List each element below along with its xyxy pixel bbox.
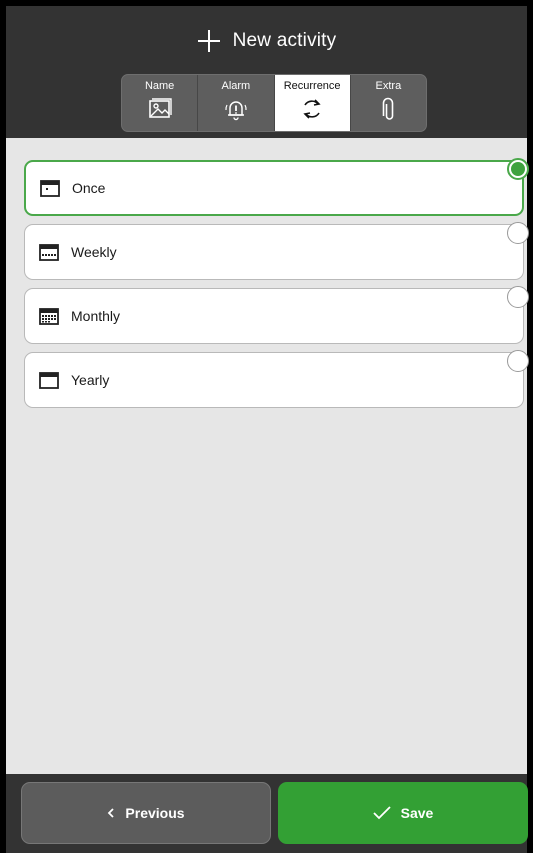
paperclip-icon <box>383 97 394 120</box>
radio-unselected[interactable] <box>507 350 529 372</box>
tab-recurrence[interactable]: Recurrence <box>274 75 351 131</box>
tab-name[interactable]: Name <box>122 75 199 131</box>
recurrence-options: Once Weekly Monthly Yearly <box>24 158 529 416</box>
option-weekly[interactable]: Weekly <box>24 222 529 280</box>
option-yearly[interactable]: Yearly <box>24 350 529 408</box>
page-title: New activity <box>232 30 337 51</box>
save-label: Save <box>400 805 434 821</box>
tab-label: Name <box>144 80 175 92</box>
radio-unselected[interactable] <box>507 286 529 308</box>
chevron-left-icon <box>108 808 115 818</box>
radio-unselected[interactable] <box>507 222 529 244</box>
option-label: Monthly <box>71 308 121 324</box>
recurrence-icon <box>303 99 321 119</box>
title-row: New activity <box>6 26 527 56</box>
header: New activity Name Alarm Recurrence Extra <box>6 6 527 138</box>
image-icon <box>148 98 172 118</box>
calendar-weekly-icon <box>39 244 59 261</box>
previous-label: Previous <box>125 805 185 821</box>
tab-extra[interactable]: Extra <box>351 75 426 131</box>
calendar-monthly-icon <box>39 308 59 325</box>
footer: Previous Save <box>6 774 528 853</box>
option-label: Yearly <box>71 372 110 388</box>
calendar-yearly-icon <box>39 372 59 389</box>
tab-label: Extra <box>375 80 402 92</box>
save-button[interactable]: Save <box>278 782 528 844</box>
radio-selected[interactable] <box>507 158 529 180</box>
tab-alarm[interactable]: Alarm <box>198 75 275 131</box>
screen: New activity Name Alarm Recurrence Extra… <box>0 0 533 853</box>
alarm-bell-icon <box>225 101 247 121</box>
calendar-once-icon <box>40 180 60 197</box>
option-label: Once <box>72 180 106 196</box>
option-label: Weekly <box>71 244 117 260</box>
previous-button[interactable]: Previous <box>21 782 271 844</box>
tab-label: Alarm <box>221 80 251 92</box>
option-monthly[interactable]: Monthly <box>24 286 529 344</box>
plus-icon <box>197 30 220 52</box>
tab-bar: Name Alarm Recurrence Extra <box>121 74 427 132</box>
checkmark-icon <box>373 806 391 820</box>
option-once[interactable]: Once <box>24 158 529 216</box>
tab-label: Recurrence <box>283 80 341 92</box>
